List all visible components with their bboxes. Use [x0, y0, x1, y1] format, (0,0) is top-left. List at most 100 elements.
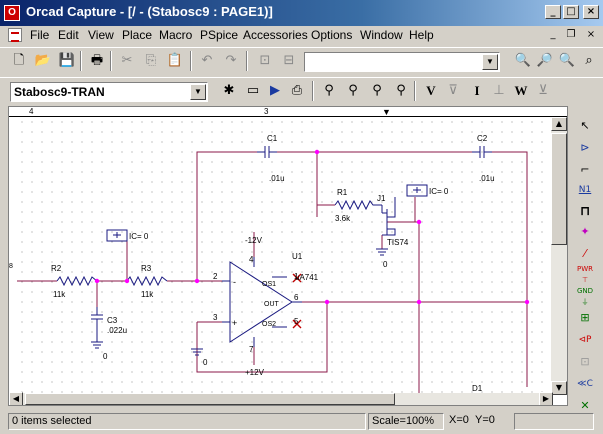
menu-options[interactable]: Options	[311, 28, 352, 42]
y-coordinate: Y=0	[475, 414, 495, 426]
chevron-down-icon[interactable]: ▼	[482, 54, 498, 70]
u1-model: uA741	[295, 273, 319, 282]
maximize-button[interactable]: □	[563, 5, 579, 19]
noninverting-sign: +	[232, 318, 237, 328]
power-marker-icon[interactable]: ⚲	[390, 80, 412, 102]
power-toggle-icon[interactable]: ⊻	[532, 80, 554, 102]
zoom-area-icon[interactable]: 🔍	[556, 50, 578, 72]
ruler-cursor-icon: ▼	[382, 107, 391, 117]
orcad-icon[interactable]: O	[4, 5, 20, 21]
save-icon[interactable]: 💾	[56, 50, 78, 72]
scroll-down-icon[interactable]: ▼	[551, 381, 567, 395]
menu-place[interactable]: Place	[122, 28, 152, 42]
resistor-r3	[126, 275, 168, 287]
bias-power-button[interactable]: W	[510, 80, 532, 102]
view-results-icon[interactable]: ⎙	[286, 80, 308, 102]
hierarchical-pin-icon[interactable]: ⊡	[574, 352, 596, 372]
out-label: OUT	[264, 301, 280, 308]
vertical-scrollbar[interactable]: ▲ ▼	[551, 117, 567, 395]
j1-label: J1	[377, 194, 386, 203]
menu-help[interactable]: Help	[409, 28, 434, 42]
select-icon[interactable]: ↖	[574, 116, 596, 136]
menu-window[interactable]: Window	[360, 28, 403, 42]
run-icon[interactable]: ▶	[264, 80, 286, 102]
zoom-in-icon[interactable]: 🔍	[512, 50, 534, 72]
place-part-tb-icon[interactable]: ⊡	[254, 50, 276, 72]
hierarchical-port-icon[interactable]: ⊲P	[574, 330, 596, 350]
pin1-label: 1	[294, 272, 299, 281]
c1-label: C1	[267, 134, 278, 143]
vertical-scroll-thumb[interactable]	[551, 133, 567, 245]
current-toggle-icon[interactable]: ⊥	[488, 80, 510, 102]
print-icon[interactable]: 🖶	[86, 50, 108, 72]
menu-edit[interactable]: Edit	[58, 28, 79, 42]
power-icon[interactable]: PWR ⊤	[574, 264, 596, 284]
menu-file[interactable]: File	[30, 28, 49, 42]
bias-voltage-button[interactable]: V	[420, 80, 442, 102]
voltage-toggle-icon[interactable]: ⊽	[442, 80, 464, 102]
place-part2-tb-icon[interactable]: ⊟	[278, 50, 300, 72]
close-button[interactable]: ×	[583, 5, 599, 19]
search-combo[interactable]: ▼	[304, 52, 500, 72]
menu-accessories[interactable]: Accessories	[243, 28, 308, 42]
minimize-button[interactable]: _	[545, 5, 561, 19]
net-alias-icon[interactable]: N1	[574, 180, 596, 200]
j1-model: TIS74	[387, 238, 409, 247]
pin7-label: 7	[249, 345, 254, 354]
power-label: PWR	[576, 265, 593, 273]
status-extra	[514, 413, 594, 430]
junction-icon[interactable]: ✦	[574, 222, 596, 242]
wire	[492, 151, 528, 387]
wire-icon[interactable]: ⌐	[574, 160, 596, 180]
menu-pspice[interactable]: PSpice	[200, 28, 238, 42]
scroll-right-icon[interactable]: ▶	[539, 392, 553, 405]
capacitor-c2	[472, 146, 492, 158]
mdi-restore-icon[interactable]: ❐	[563, 28, 579, 42]
redo-icon[interactable]: ↷	[220, 50, 242, 72]
scroll-left-icon[interactable]: ◀	[9, 392, 23, 405]
c3-label: C3	[107, 316, 118, 325]
bus-entry-icon[interactable]: ⁄	[574, 244, 596, 264]
place-part-icon[interactable]: ⊳	[574, 138, 596, 158]
copy-icon[interactable]: ⎘	[140, 50, 162, 72]
vneg-label: -12V	[245, 236, 263, 245]
maximize-icon: □	[566, 6, 576, 17]
c1-value: .01u	[269, 174, 285, 183]
r2-label: R2	[51, 264, 62, 273]
edit-profile-icon[interactable]: ▭	[242, 80, 264, 102]
resistor-r1	[334, 199, 382, 211]
horizontal-scrollbar[interactable]: ◀ ▶	[9, 392, 553, 405]
c2-value: .01u	[479, 174, 495, 183]
mdi-close-icon[interactable]: ×	[583, 28, 599, 42]
off-page-connector-icon[interactable]: ≪C	[574, 374, 596, 394]
menu-macro[interactable]: Macro	[159, 28, 192, 42]
simulation-profile-select[interactable]: Stabosc9-TRAN ▼	[10, 82, 208, 102]
bus-icon[interactable]: ⊓	[574, 202, 596, 222]
document-icon[interactable]	[8, 28, 22, 42]
new-profile-icon[interactable]: ✱	[218, 80, 240, 102]
mdi-minimize-icon[interactable]: _	[545, 28, 561, 42]
schematic-canvas[interactable]: C1 .01u C2 .01u R1 3.6k J1 TIS74 IC= 0 I…	[17, 117, 553, 395]
cut-icon[interactable]: ✂	[116, 50, 138, 72]
new-icon[interactable]: 🗋	[8, 50, 30, 72]
current-marker-icon[interactable]: ⚲	[366, 80, 388, 102]
zoom-out-icon[interactable]: 🔎	[534, 50, 556, 72]
scroll-up-icon[interactable]: ▲	[551, 117, 567, 131]
voltage-marker-icon[interactable]: ⚲	[318, 80, 340, 102]
ground-palette-icon[interactable]: GND ⏚	[574, 286, 596, 306]
horizontal-scroll-thumb[interactable]	[25, 393, 395, 405]
opamp-u1	[229, 261, 293, 343]
undo-icon[interactable]: ↶	[196, 50, 218, 72]
bias-current-button[interactable]: I	[466, 80, 488, 102]
os1-label: OS1	[262, 281, 276, 288]
pin4-label: 4	[249, 255, 254, 264]
paste-icon[interactable]: 📋	[164, 50, 186, 72]
menu-view[interactable]: View	[88, 28, 114, 42]
zoom-all-icon[interactable]: ⌕	[578, 50, 600, 72]
hierarchical-block-icon[interactable]: ⊞	[574, 308, 596, 328]
chevron-down-icon[interactable]: ▼	[190, 84, 206, 100]
open-icon[interactable]: 📂	[32, 50, 54, 72]
pspice-toolbar: Stabosc9-TRAN ▼ ✱ ▭ ▶ ⎙ ⚲ ⚲ ⚲ ⚲ V ⊽ I ⊥ …	[0, 77, 603, 105]
differential-marker-icon[interactable]: ⚲	[342, 80, 364, 102]
menu-bar: File Edit View Place Macro PSpice Access…	[0, 26, 603, 45]
